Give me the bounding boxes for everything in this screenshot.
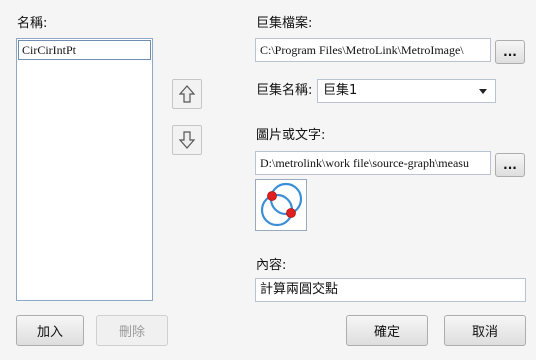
add-button[interactable]: 加入 <box>16 315 84 346</box>
macro-name-dropdown[interactable]: 巨集1 <box>317 79 496 103</box>
macro-name-label: 巨集名稱: <box>256 83 313 98</box>
content-field[interactable]: 計算兩圓交點 <box>255 278 526 302</box>
browse-image-button[interactable]: ... <box>495 153 525 177</box>
cancel-button[interactable]: 取消 <box>444 315 526 346</box>
macro-file-label: 巨集檔案: <box>256 16 313 31</box>
image-label: 圖片或文字: <box>256 128 326 143</box>
browse-macro-file-button[interactable]: ... <box>495 40 525 64</box>
image-path-field[interactable]: D:\metrolink\work file\source-graph\meas… <box>255 151 491 175</box>
macro-file-field[interactable]: C:\Program Files\MetroLink\MetroImage\ <box>255 38 491 62</box>
ok-button[interactable]: 確定 <box>346 315 428 346</box>
name-label: 名稱: <box>17 16 48 31</box>
delete-button[interactable]: 刪除 <box>96 315 168 346</box>
list-item[interactable]: CirCirIntPt <box>18 40 151 60</box>
name-listbox[interactable]: CirCirIntPt <box>16 38 153 301</box>
chevron-down-icon <box>479 89 487 94</box>
macro-name-value: 巨集1 <box>323 83 358 98</box>
arrow-down-icon <box>179 131 195 149</box>
circle-circle-intersection-icon <box>260 182 303 227</box>
content-label: 內容: <box>256 258 287 273</box>
image-preview <box>255 179 307 231</box>
arrow-up-icon <box>179 85 195 103</box>
move-up-button[interactable] <box>172 79 202 109</box>
move-down-button[interactable] <box>172 125 202 155</box>
